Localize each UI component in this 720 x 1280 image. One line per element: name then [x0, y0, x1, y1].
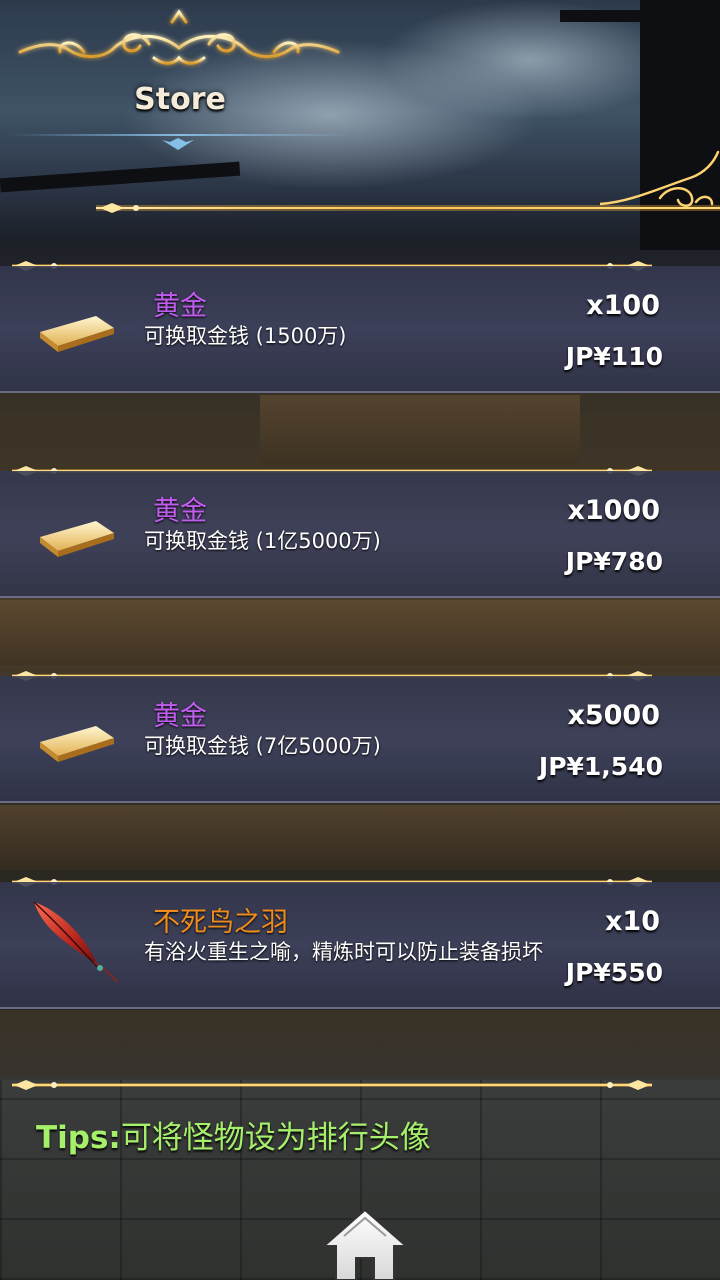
- header-ornament-icon: [18, 9, 340, 82]
- item-price-button[interactable]: JP¥110: [566, 342, 663, 371]
- store-item-row[interactable]: 黄金 可换取金钱 (1500万) x100 JP¥110: [0, 266, 720, 393]
- background-tree-silhouette: [560, 10, 720, 22]
- item-description: 可换取金钱 (7亿5000万): [144, 734, 381, 758]
- item-name: 黄金: [153, 701, 207, 732]
- gold-bar-icon: [40, 521, 114, 557]
- item-description: 可换取金钱 (1亿5000万): [144, 529, 381, 553]
- background-tree-silhouette: [0, 161, 241, 193]
- row-rail-divider: [12, 1080, 652, 1090]
- item-quantity: x5000: [567, 700, 660, 731]
- tips-label: Tips:: [36, 1120, 121, 1156]
- item-price-button[interactable]: JP¥550: [566, 958, 663, 987]
- item-description: 可换取金钱 (1500万): [144, 324, 347, 348]
- gem-ornament-icon: [162, 138, 194, 150]
- background-building: [260, 395, 580, 465]
- store-item-row[interactable]: 不死鸟之羽 有浴火重生之喻，精炼时可以防止装备损坏 x10 JP¥550: [0, 882, 720, 1009]
- item-name: 黄金: [153, 496, 207, 527]
- store-item-row[interactable]: 黄金 可换取金钱 (1亿5000万) x1000 JP¥780: [0, 471, 720, 598]
- item-quantity: x100: [586, 290, 660, 321]
- item-price-button[interactable]: JP¥1,540: [539, 752, 663, 781]
- background-building: [0, 805, 720, 870]
- item-price-button[interactable]: JP¥780: [566, 547, 663, 576]
- item-name: 黄金: [153, 291, 207, 322]
- phoenix-feather-icon: [33, 901, 119, 983]
- home-icon[interactable]: [322, 1206, 408, 1280]
- background-building: [0, 600, 720, 665]
- corner-ornament-icon: [600, 150, 720, 207]
- store-screen: Store 黄金 可换取金钱 (1500万) x100 JP¥110 黄金 可换…: [0, 0, 720, 1280]
- gold-bar-icon: [40, 316, 114, 352]
- item-quantity: x10: [605, 906, 660, 937]
- gold-bar-icon: [40, 726, 114, 762]
- background-building: [0, 1010, 720, 1076]
- item-name: 不死鸟之羽: [153, 907, 288, 938]
- page-title: Store: [134, 82, 226, 117]
- item-description: 有浴火重生之喻，精炼时可以防止装备损坏: [144, 940, 543, 964]
- tips-text: Tips:可将怪物设为排行头像: [36, 1112, 431, 1157]
- tips-message: 可将怪物设为排行头像: [120, 1120, 431, 1156]
- store-item-row[interactable]: 黄金 可换取金钱 (7亿5000万) x5000 JP¥1,540: [0, 676, 720, 803]
- item-quantity: x1000: [567, 495, 660, 526]
